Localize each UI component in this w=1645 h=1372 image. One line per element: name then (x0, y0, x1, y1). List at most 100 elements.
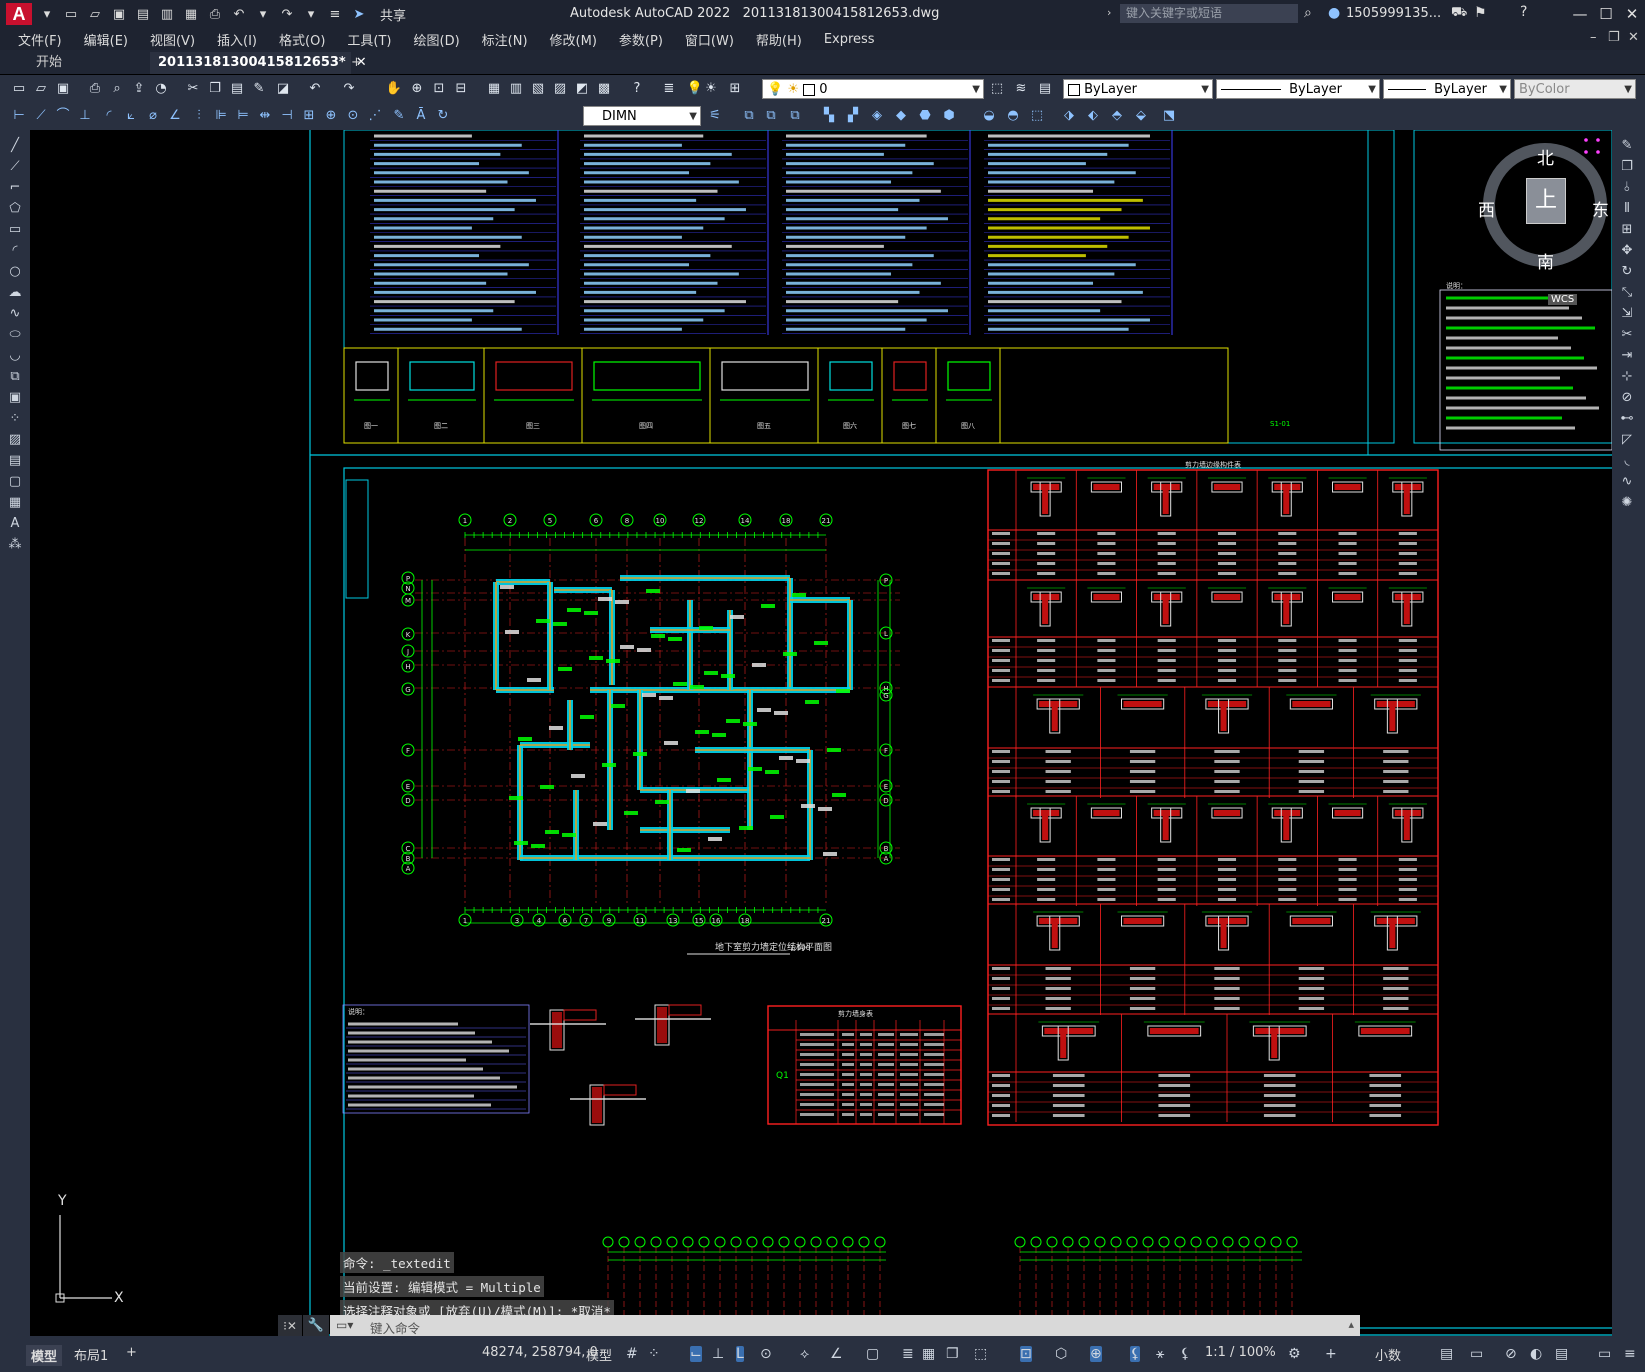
menu-view[interactable]: 视图(V) (150, 30, 195, 49)
publish-icon[interactable]: ⇪ (130, 80, 148, 98)
compass-west[interactable]: 西 (1478, 196, 1495, 221)
add-layout-button[interactable]: + (126, 1345, 137, 1360)
make-current-icon[interactable]: ⬚ (988, 80, 1006, 98)
isodraft-icon[interactable]: ⟡ (800, 1346, 809, 1362)
scale-icon[interactable]: ⤡ (1619, 285, 1635, 301)
wcs-menu[interactable]: WCS (1548, 294, 1578, 305)
plotstyle-dropdown[interactable]: ByColor ▼ (1514, 79, 1636, 99)
customize-qat-icon[interactable]: ≡ (326, 6, 344, 22)
autocad-logo[interactable]: A (6, 3, 32, 25)
insert-block-icon[interactable]: ⧉ (7, 369, 23, 385)
ellipse-icon[interactable]: ⬭ (7, 327, 23, 343)
ref-15-icon[interactable]: ⬘ (1108, 107, 1126, 125)
jogged-linear-icon[interactable]: ⋰ (366, 107, 384, 125)
plot-preview-icon[interactable]: ⌕ (108, 80, 126, 98)
menu-file[interactable]: 文件(F) (18, 30, 62, 49)
new-icon[interactable]: ▭ (10, 80, 28, 98)
dynamic-ucs-icon[interactable]: ⊥ (712, 1346, 724, 1362)
annotation-monitor-icon[interactable]: + (1325, 1346, 1337, 1362)
plot-icon[interactable]: ⎙ (86, 80, 104, 98)
layer-properties-icon[interactable]: ≣ (660, 80, 678, 98)
ref-7-icon[interactable]: ◆ (892, 107, 910, 125)
break-icon[interactable]: ⊘ (1619, 390, 1635, 406)
layout-tab-layout1[interactable]: 布局1 (74, 1345, 108, 1364)
command-grip-icon[interactable]: ⁝✕ (278, 1315, 302, 1337)
color-dropdown[interactable]: ByLayer ▼ (1063, 79, 1213, 99)
compass-north[interactable]: 北 (1537, 144, 1554, 169)
layer-dropdown[interactable]: 💡 ☀ 0 ▼ (762, 79, 984, 99)
share-icon[interactable]: ➤ (350, 6, 368, 22)
coordinates-readout[interactable]: 48274, 258794, 0 (482, 1345, 598, 1360)
point-icon[interactable]: ⁘ (7, 411, 23, 427)
stretch-icon[interactable]: ⇲ (1619, 306, 1635, 322)
inspection-icon[interactable]: ⊙ (344, 107, 362, 125)
radius-icon[interactable]: ◜ (100, 107, 118, 125)
ref-3-icon[interactable]: ⧉ (786, 107, 804, 125)
print-icon[interactable]: ⎙ (206, 6, 224, 22)
menu-format[interactable]: 格式(O) (279, 30, 325, 49)
menu-express[interactable]: Express (824, 32, 875, 47)
spline-icon[interactable]: ∿ (7, 306, 23, 322)
model-space-button[interactable]: 模型 (586, 1345, 612, 1364)
polygon-icon[interactable]: ⬠ (7, 201, 23, 217)
ref-12-icon[interactable]: ⬚ (1028, 107, 1046, 125)
web-save-icon[interactable]: ▦ (182, 6, 200, 22)
menu-insert[interactable]: 插入(I) (217, 30, 257, 49)
ref-2-icon[interactable]: ⧉ (762, 107, 780, 125)
ref-17-icon[interactable]: ⬔ (1160, 107, 1178, 125)
search-icon[interactable]: ⌕ (1304, 5, 1312, 21)
sheet-set-icon[interactable]: ▨ (551, 80, 569, 98)
offset-icon[interactable]: ⫴ (1619, 201, 1635, 217)
lock-ui-icon[interactable]: ⊘ (1505, 1346, 1517, 1362)
transparency-icon[interactable]: ▦ (922, 1346, 935, 1362)
menu-tools[interactable]: 工具(T) (347, 30, 391, 49)
menu-draw[interactable]: 绘图(D) (414, 30, 460, 49)
redo-icon[interactable]: ↷ (340, 80, 358, 98)
open-file-icon[interactable]: ▱ (86, 6, 104, 22)
ref-4-icon[interactable]: ▚ (820, 107, 838, 125)
units-display[interactable]: 小数 (1375, 1345, 1401, 1364)
viewcube-top-face[interactable]: 上 (1526, 178, 1566, 224)
baseline-icon[interactable]: ⊫ (212, 107, 230, 125)
save-as-icon[interactable]: ▤ (134, 6, 152, 22)
rotate-icon[interactable]: ↻ (1619, 264, 1635, 280)
full-screen-icon[interactable]: ▭ (1598, 1346, 1611, 1362)
ortho-icon[interactable]: L (736, 1346, 744, 1362)
menu-edit[interactable]: 编辑(E) (84, 30, 128, 49)
menu-modify[interactable]: 修改(M) (550, 30, 597, 49)
quick-dim-icon[interactable]: ⫶ (190, 107, 208, 125)
search-expand-icon[interactable]: › (1107, 6, 1111, 19)
table-icon[interactable]: ▦ (7, 495, 23, 511)
make-block-icon[interactable]: ▣ (7, 390, 23, 406)
layout-tab-model[interactable]: 模型 (26, 1345, 63, 1366)
add-selected-icon[interactable]: ⁂ (7, 537, 23, 553)
redo-icon[interactable]: ↷ (278, 6, 296, 22)
ref-6-icon[interactable]: ◈ (868, 107, 886, 125)
new-file-icon[interactable]: ▭ (62, 6, 80, 22)
construction-line-icon[interactable]: ⟋ (7, 159, 23, 175)
layer-iso-icon[interactable]: ▤ (1036, 80, 1054, 98)
redo-dropdown-icon[interactable]: ▾ (302, 6, 320, 22)
viewcube[interactable]: 上 北 南 东 西 WCS (1470, 130, 1612, 305)
layer-previous-icon[interactable]: ≋ (1012, 80, 1030, 98)
lineweight-icon[interactable]: ≣ (902, 1346, 914, 1362)
cut-icon[interactable]: ✂ (184, 80, 202, 98)
array-icon[interactable]: ⊞ (1619, 222, 1635, 238)
menu-dimension[interactable]: 标注(N) (482, 30, 528, 49)
customization-icon[interactable]: ≡ (1624, 1346, 1636, 1362)
search-input[interactable]: 键入关键字或短语 (1120, 4, 1298, 23)
lineweight-dropdown[interactable]: ByLayer ▼ (1383, 79, 1511, 99)
center-mark-icon[interactable]: ⊕ (322, 107, 340, 125)
hatch-icon[interactable]: ▨ (7, 432, 23, 448)
break-at-point-icon[interactable]: ⊹ (1619, 369, 1635, 385)
tab-drawing[interactable]: 20113181300415812653* ✕ (150, 52, 367, 74)
compass-south[interactable]: 南 (1537, 248, 1554, 273)
doc-restore-icon[interactable]: ❐ (1608, 30, 1620, 45)
continue-icon[interactable]: ⊨ (234, 107, 252, 125)
match-prop-icon[interactable]: ✎ (250, 80, 268, 98)
save-icon[interactable]: ▣ (54, 80, 72, 98)
menu-help[interactable]: 帮助(H) (756, 30, 802, 49)
customize-icon[interactable]: 🔧 (303, 1315, 329, 1337)
units-icon[interactable]: ▤ (1440, 1346, 1453, 1362)
ref-8-icon[interactable]: ⬣ (916, 107, 934, 125)
